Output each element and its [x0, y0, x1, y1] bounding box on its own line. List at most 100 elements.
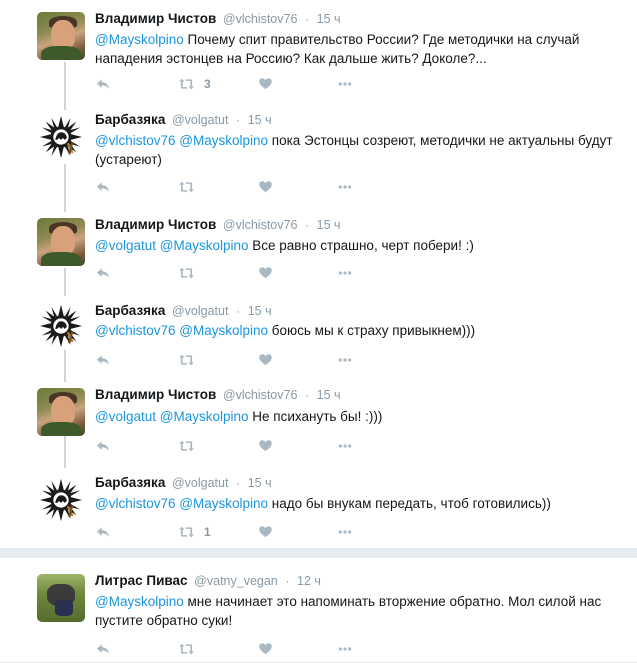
- timestamp[interactable]: 15 ч: [317, 218, 341, 232]
- tweet[interactable]: Владимир Чистов @vlchistov76 · 15 ч @vol…: [0, 372, 637, 458]
- emblem-icon: [38, 477, 84, 523]
- retweet-icon: [177, 76, 196, 92]
- more-button[interactable]: [337, 524, 353, 540]
- conversation-thread: Владимир Чистов @vlchistov76 · 15 ч @May…: [0, 0, 637, 548]
- like-button[interactable]: [258, 76, 273, 91]
- retweet-button[interactable]: [177, 179, 204, 195]
- display-name[interactable]: Владимир Чистов: [95, 11, 216, 26]
- retweet-icon: [177, 352, 196, 368]
- reply-button[interactable]: [95, 265, 111, 281]
- mention-link[interactable]: @Mayskolpino: [179, 323, 268, 338]
- more-button[interactable]: [337, 641, 353, 657]
- tweet[interactable]: Барбазяка @volgatut · 15 ч @vlchistov76 …: [0, 458, 637, 548]
- reply-button[interactable]: [95, 352, 111, 368]
- avatar[interactable]: [37, 476, 85, 524]
- avatar[interactable]: [37, 302, 85, 350]
- tweet[interactable]: Литрас Пивас @vatny_vegan · 12 ч @Maysko…: [0, 558, 637, 662]
- retweet-icon: [177, 179, 196, 195]
- like-button[interactable]: [258, 641, 273, 656]
- reply-icon: [95, 76, 111, 92]
- avatar[interactable]: [37, 574, 85, 622]
- user-handle[interactable]: @volgatut: [172, 113, 228, 127]
- mention-link[interactable]: @volgatut: [95, 409, 156, 424]
- avatar[interactable]: [37, 113, 85, 161]
- tweet-text: @volgatut @Mayskolpino Не психануть бы! …: [95, 409, 383, 424]
- more-button[interactable]: [337, 438, 353, 454]
- tweet[interactable]: Владимир Чистов @vlchistov76 · 15 ч @May…: [0, 0, 637, 100]
- like-button[interactable]: [258, 352, 273, 367]
- tweet[interactable]: Барбазяка @volgatut · 15 ч @vlchistov76 …: [0, 100, 637, 204]
- tweet-actions: 1: [95, 524, 355, 542]
- more-button[interactable]: [337, 179, 353, 195]
- timestamp[interactable]: 15 ч: [248, 304, 272, 318]
- more-button[interactable]: [337, 352, 353, 368]
- tweet-actions: [95, 641, 355, 659]
- display-name[interactable]: Барбазяка: [95, 112, 165, 127]
- reply-icon: [95, 641, 111, 657]
- retweet-button[interactable]: 3: [177, 76, 211, 92]
- avatar[interactable]: [37, 218, 85, 266]
- user-handle[interactable]: @volgatut: [172, 476, 228, 490]
- retweet-button[interactable]: [177, 352, 204, 368]
- reply-icon: [95, 179, 111, 195]
- timestamp[interactable]: 15 ч: [317, 12, 341, 26]
- mention-link[interactable]: @Mayskolpino: [95, 594, 184, 609]
- tweet-text: @Mayskolpino мне начинает это напоминать…: [95, 594, 602, 628]
- mention-link[interactable]: @vlchistov76: [95, 323, 176, 338]
- timestamp[interactable]: 12 ч: [297, 574, 321, 588]
- timestamp[interactable]: 15 ч: [248, 113, 272, 127]
- like-button[interactable]: [258, 524, 273, 539]
- user-handle[interactable]: @volgatut: [172, 304, 228, 318]
- separator-dot: ·: [305, 388, 310, 402]
- display-name[interactable]: Барбазяка: [95, 475, 165, 490]
- more-button[interactable]: [337, 265, 353, 281]
- reply-button[interactable]: [95, 179, 111, 195]
- user-handle[interactable]: @vlchistov76: [223, 218, 298, 232]
- mention-link[interactable]: @Mayskolpino: [160, 238, 249, 253]
- more-icon: [337, 265, 353, 281]
- avatar[interactable]: [37, 388, 85, 436]
- like-button[interactable]: [258, 438, 273, 453]
- like-button[interactable]: [258, 265, 273, 280]
- display-name[interactable]: Владимир Чистов: [95, 387, 216, 402]
- avatar[interactable]: [37, 12, 85, 60]
- heart-icon: [258, 76, 273, 91]
- mention-link[interactable]: @volgatut: [95, 238, 156, 253]
- reply-button[interactable]: [95, 76, 111, 92]
- mention-link[interactable]: @Mayskolpino: [179, 496, 268, 511]
- reply-button[interactable]: [95, 641, 111, 657]
- display-name[interactable]: Владимир Чистов: [95, 217, 216, 232]
- emblem-icon: [38, 114, 84, 160]
- mention-link[interactable]: @Mayskolpino: [95, 32, 184, 47]
- mention-link[interactable]: @vlchistov76: [95, 496, 176, 511]
- user-handle[interactable]: @vlchistov76: [223, 12, 298, 26]
- display-name[interactable]: Литрас Пивас: [95, 573, 188, 588]
- tweet-text: @volgatut @Mayskolpino Все равно страшно…: [95, 238, 474, 253]
- timestamp[interactable]: 15 ч: [317, 388, 341, 402]
- reply-button[interactable]: [95, 524, 111, 540]
- tweet[interactable]: Владимир Чистов @vlchistov76 · 15 ч @vol…: [0, 204, 637, 288]
- heart-icon: [258, 352, 273, 367]
- separator-dot: ·: [305, 12, 310, 26]
- tweet-actions: 3: [95, 76, 355, 94]
- display-name[interactable]: Барбазяка: [95, 303, 165, 318]
- reply-button[interactable]: [95, 438, 111, 454]
- more-button[interactable]: [337, 76, 353, 92]
- tweet-text: @Mayskolpino Почему спит правительство Р…: [95, 32, 580, 66]
- like-button[interactable]: [258, 179, 273, 194]
- tweet[interactable]: Барбазяка @volgatut · 15 ч @vlchistov76 …: [0, 288, 637, 372]
- user-handle[interactable]: @vlchistov76: [223, 388, 298, 402]
- heart-icon: [258, 265, 273, 280]
- retweet-button[interactable]: [177, 641, 204, 657]
- retweet-button[interactable]: 1: [177, 524, 211, 540]
- retweet-count: 1: [204, 525, 211, 539]
- timestamp[interactable]: 15 ч: [248, 476, 272, 490]
- retweet-button[interactable]: [177, 438, 204, 454]
- mention-link[interactable]: @Mayskolpino: [160, 409, 249, 424]
- retweet-icon: [177, 438, 196, 454]
- separator-dot: ·: [285, 574, 290, 588]
- mention-link[interactable]: @vlchistov76: [95, 133, 176, 148]
- mention-link[interactable]: @Mayskolpino: [179, 133, 268, 148]
- retweet-button[interactable]: [177, 265, 204, 281]
- user-handle[interactable]: @vatny_vegan: [194, 574, 278, 588]
